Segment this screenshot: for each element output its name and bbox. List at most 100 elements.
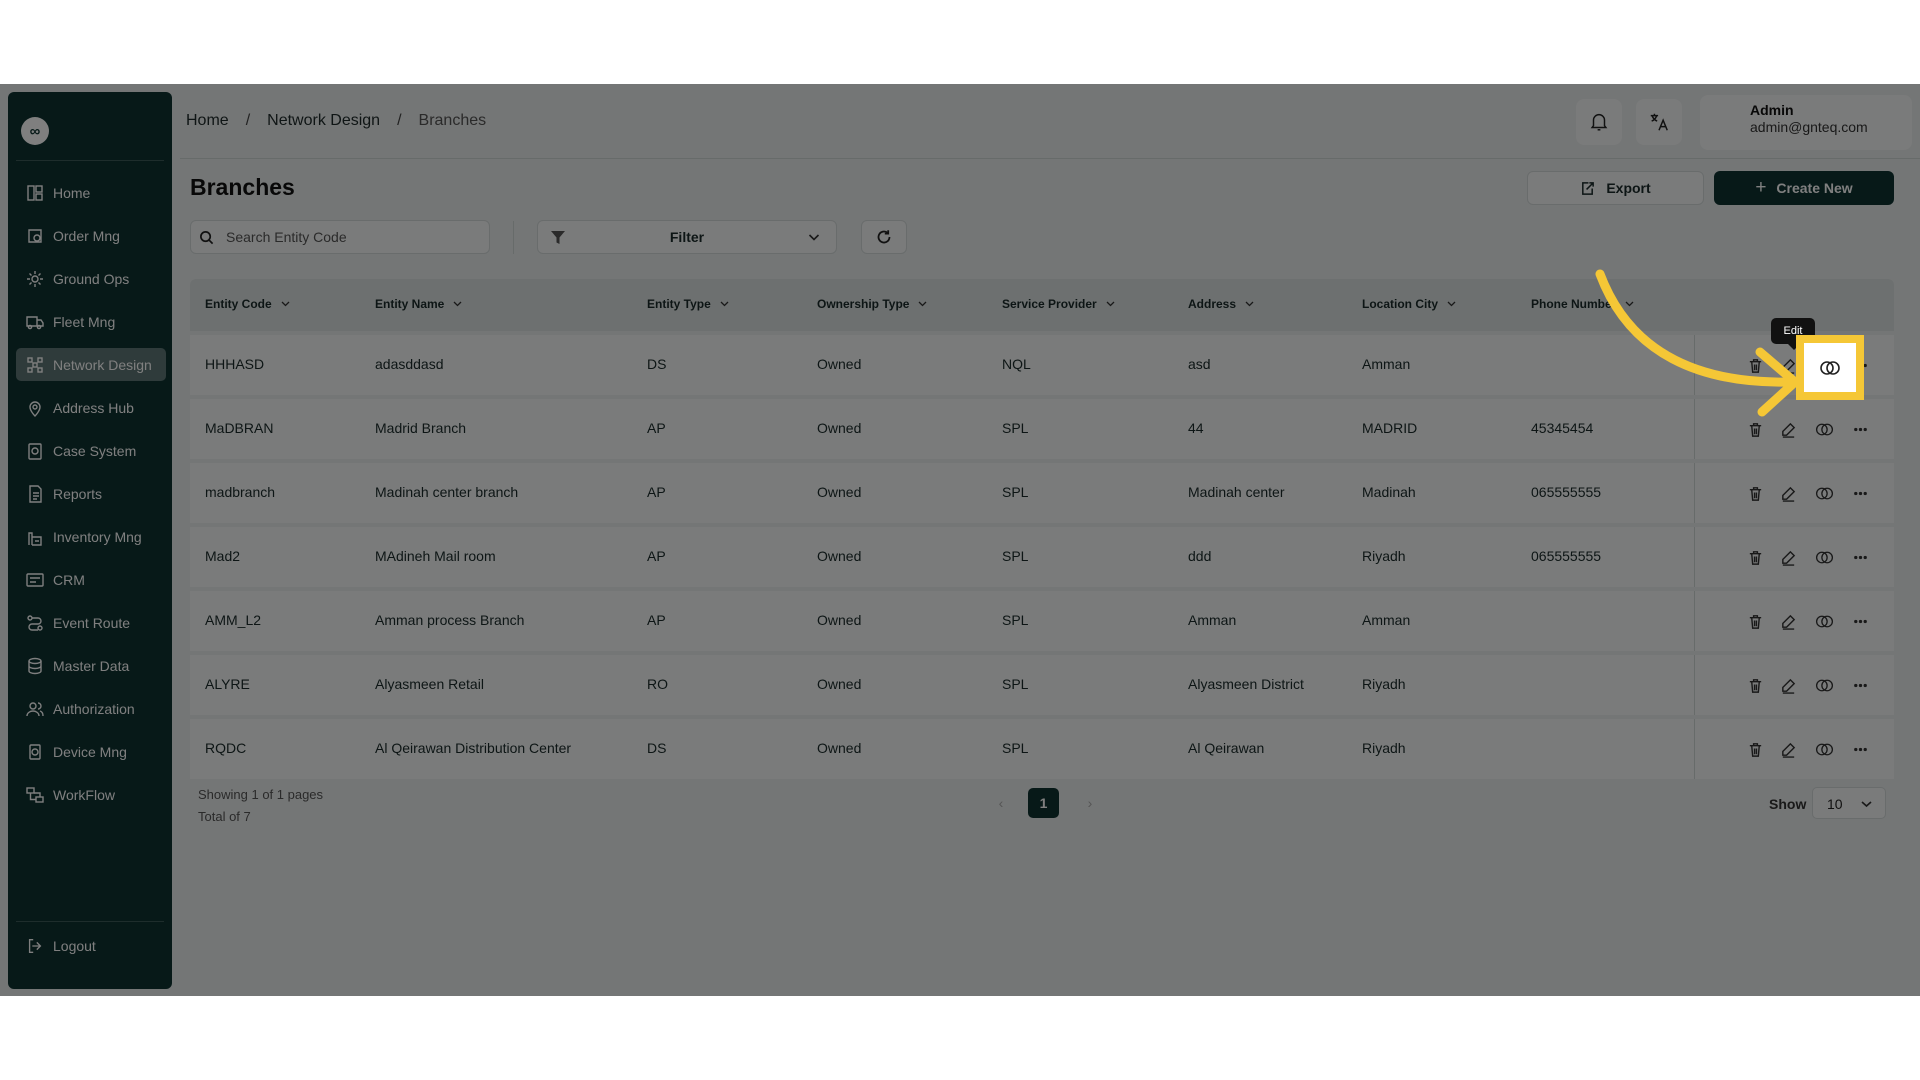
filter-dropdown[interactable]: Filter	[537, 220, 837, 254]
delete-icon	[1749, 678, 1761, 693]
table-row[interactable]: ALYRE Alyasmeen Retail RO Owned SPL Alyasmeen…	[190, 655, 1894, 715]
link-button[interactable]	[1813, 738, 1835, 760]
page-size-label: Show	[1769, 796, 1807, 812]
table-row[interactable]: RQDC Al Qeirawan Distribution Center DS Own…	[190, 719, 1894, 779]
inventory-icon	[24, 526, 46, 548]
sidebar-item-label: Master Data	[53, 657, 130, 674]
more-actions-button[interactable]	[1849, 674, 1871, 696]
sidebar-item-order-mng[interactable]: Order Mng	[16, 219, 166, 252]
logout-button[interactable]: Logout	[26, 937, 96, 955]
link-button[interactable]	[1813, 674, 1835, 696]
search-box	[190, 220, 490, 254]
breadcrumb-home[interactable]: Home	[186, 112, 229, 130]
edit-icon	[1781, 486, 1795, 502]
sidebar-item-authorization[interactable]: Authorization	[16, 692, 166, 725]
delete-button[interactable]	[1744, 546, 1766, 568]
more-actions-button[interactable]	[1849, 738, 1871, 760]
pagination: ‹ 1 ›	[994, 788, 1097, 818]
highlighted-link-button[interactable]	[1796, 335, 1864, 400]
page-size-select[interactable]: 10	[1812, 787, 1886, 819]
prev-page-icon[interactable]: ‹	[994, 795, 1008, 811]
home-grid-icon	[24, 182, 46, 204]
more-actions-button[interactable]	[1849, 482, 1871, 504]
sidebar-item-crm[interactable]: CRM	[16, 563, 166, 596]
chevron-down-icon	[808, 234, 820, 241]
sidebar-item-address-hub[interactable]: Address Hub	[16, 391, 166, 424]
user-profile[interactable]: Admin admin@gnteq.com	[1700, 95, 1912, 150]
breadcrumb-network-design[interactable]: Network Design	[267, 112, 380, 130]
link-button[interactable]	[1813, 546, 1835, 568]
delete-button[interactable]	[1744, 738, 1766, 760]
table-row[interactable]: MaDBRAN Madrid Branch AP Owned SPL 44 MADRID 45…	[190, 399, 1894, 459]
sidebar-item-case-system[interactable]: Case System	[16, 434, 166, 467]
create-new-button[interactable]: + Create New	[1714, 171, 1894, 205]
sidebar-item-label: Network Design	[53, 356, 152, 373]
next-page-icon[interactable]: ›	[1083, 795, 1097, 811]
column-header-label: Entity Code	[205, 297, 272, 311]
sidebar-item-event-route[interactable]: Event Route	[16, 606, 166, 639]
sidebar-item-home[interactable]: Home	[16, 176, 166, 209]
plus-icon: +	[1755, 177, 1767, 198]
column-header[interactable]: Ownership Type	[817, 297, 927, 311]
column-header-label: Location City	[1362, 297, 1439, 311]
column-header[interactable]: Address	[1188, 297, 1254, 311]
column-header[interactable]: Location City	[1362, 297, 1456, 311]
link-button[interactable]	[1813, 610, 1835, 632]
app-logo[interactable]: ∞	[21, 117, 49, 145]
edit-button[interactable]	[1777, 418, 1799, 440]
delete-button[interactable]	[1744, 674, 1766, 696]
column-header[interactable]: Entity Name	[375, 297, 462, 311]
refresh-button[interactable]	[861, 220, 907, 254]
search-input[interactable]	[226, 229, 466, 245]
edit-button[interactable]	[1777, 674, 1799, 696]
column-header[interactable]: Entity Type	[647, 297, 729, 311]
sidebar-item-network-design[interactable]: Network Design	[16, 348, 166, 381]
language-button[interactable]	[1636, 99, 1682, 145]
table-cell: Alyasmeen Retail	[375, 676, 484, 692]
crm-icon	[24, 569, 46, 591]
column-header[interactable]: Service Provider	[1002, 297, 1115, 311]
sidebar-item-fleet-mng[interactable]: Fleet Mng	[16, 305, 166, 338]
notifications-button[interactable]	[1576, 99, 1622, 145]
sort-chevron-icon	[281, 301, 290, 307]
delete-button[interactable]	[1744, 482, 1766, 504]
table-row[interactable]: Mad2 MAdineh Mail room AP Owned SPL ddd Riyadh…	[190, 527, 1894, 587]
sidebar-item-reports[interactable]: Reports	[16, 477, 166, 510]
link-icon	[1815, 615, 1833, 627]
link-button[interactable]	[1813, 482, 1835, 504]
export-button[interactable]: Export	[1527, 171, 1704, 205]
column-header[interactable]: Entity Code	[205, 297, 290, 311]
edit-button[interactable]	[1777, 738, 1799, 760]
sidebar-item-workflow[interactable]: WorkFlow	[16, 778, 166, 811]
delete-button[interactable]	[1744, 610, 1766, 632]
sidebar-item-inventory-mng[interactable]: Inventory Mng	[16, 520, 166, 553]
more-actions-button[interactable]	[1849, 418, 1871, 440]
table-cell: Madinah center	[1188, 484, 1285, 500]
table-cell: MAdineh Mail room	[375, 548, 496, 564]
table-cell: SPL	[1002, 484, 1029, 500]
app-frame: ∞ Home Order Mng Ground Ops Fleet Mng Networ…	[0, 84, 1920, 996]
sidebar-item-device-mng[interactable]: Device Mng	[16, 735, 166, 768]
edit-button[interactable]	[1777, 610, 1799, 632]
logout-label: Logout	[53, 938, 96, 954]
delete-button[interactable]	[1744, 418, 1766, 440]
more-icon	[1853, 619, 1867, 623]
more-actions-button[interactable]	[1849, 610, 1871, 632]
edit-button[interactable]	[1777, 482, 1799, 504]
table-cell: SPL	[1002, 676, 1029, 692]
sidebar-nav: Home Order Mng Ground Ops Fleet Mng Network …	[16, 176, 166, 821]
more-actions-button[interactable]	[1849, 546, 1871, 568]
table-row[interactable]: AMM_L2 Amman process Branch AP Owned SPL Amma…	[190, 591, 1894, 651]
edit-button[interactable]	[1777, 546, 1799, 568]
link-icon	[1820, 360, 1840, 375]
sidebar-item-label: CRM	[53, 571, 85, 588]
link-button[interactable]	[1813, 418, 1835, 440]
sidebar-item-ground-ops[interactable]: Ground Ops	[16, 262, 166, 295]
sidebar-item-master-data[interactable]: Master Data	[16, 649, 166, 682]
table-cell: RO	[647, 676, 668, 692]
table-row[interactable]: madbranch Madinah center branch AP Owned SPL…	[190, 463, 1894, 523]
page-button[interactable]: 1	[1028, 788, 1059, 818]
table-cell: AP	[647, 612, 666, 628]
sort-chevron-icon	[1106, 301, 1115, 307]
table-cell: Madinah center branch	[375, 484, 519, 500]
